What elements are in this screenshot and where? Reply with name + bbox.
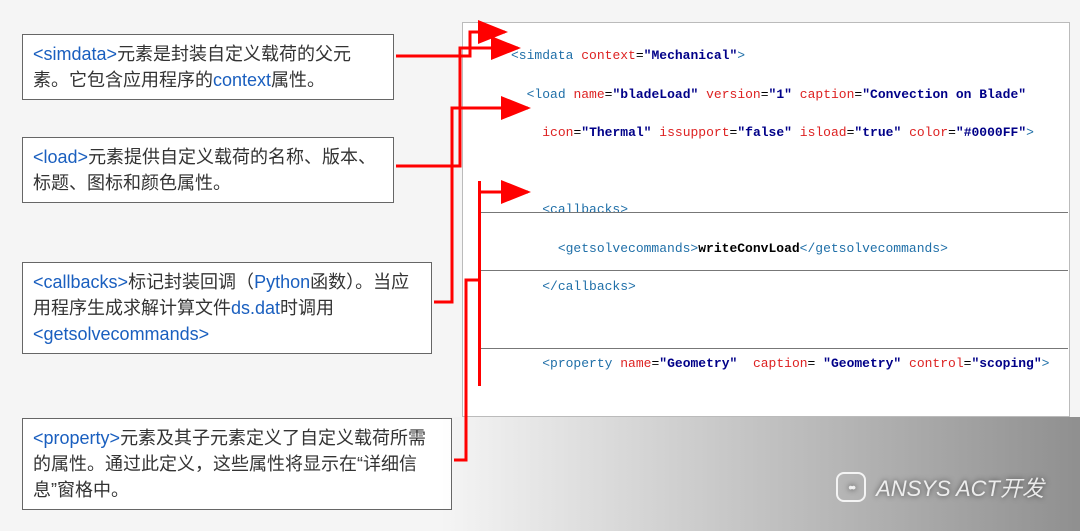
code-load-open: <load name="bladeLoad" version="1" capti… bbox=[511, 85, 1061, 104]
tag-context: context bbox=[213, 70, 271, 90]
note-load: <load>元素提供自定义载荷的名称、版本、标题、图标和颜色属性。 bbox=[22, 137, 394, 203]
tag-getsolvecommands: <getsolvecommands> bbox=[33, 324, 209, 344]
tag-load: <load> bbox=[33, 147, 88, 167]
note-property: <property>元素及其子元素定义了自定义载荷所需的属性。通过此定义，这些属… bbox=[22, 418, 452, 510]
note-callbacks: <callbacks>标记封装回调（Python函数）。当应用程序生成求解计算文… bbox=[22, 262, 432, 354]
tag-property: <property> bbox=[33, 428, 120, 448]
wechat-icon: •• bbox=[836, 472, 866, 502]
code-callbacks-open: <callbacks> bbox=[511, 200, 1061, 219]
tag-callbacks: <callbacks> bbox=[33, 272, 128, 292]
separator bbox=[480, 212, 1068, 213]
watermark: •• ANSYS ACT开发 bbox=[836, 471, 1044, 503]
property-bracket bbox=[478, 181, 481, 386]
tag-simdata: <simdata> bbox=[33, 44, 117, 64]
separator bbox=[480, 348, 1068, 349]
code-simdata-open: <simdata context="Mechanical"> bbox=[511, 46, 1061, 65]
watermark-text: ANSYS ACT开发 bbox=[876, 471, 1044, 503]
note-simdata: <simdata>元素是封装自定义载荷的父元素。它包含应用程序的context属… bbox=[22, 34, 394, 100]
code-prop-geometry: <property name="Geometry" caption= "Geom… bbox=[511, 354, 1061, 373]
code-panel: <simdata context="Mechanical"> <load nam… bbox=[462, 22, 1070, 417]
separator bbox=[480, 270, 1068, 271]
